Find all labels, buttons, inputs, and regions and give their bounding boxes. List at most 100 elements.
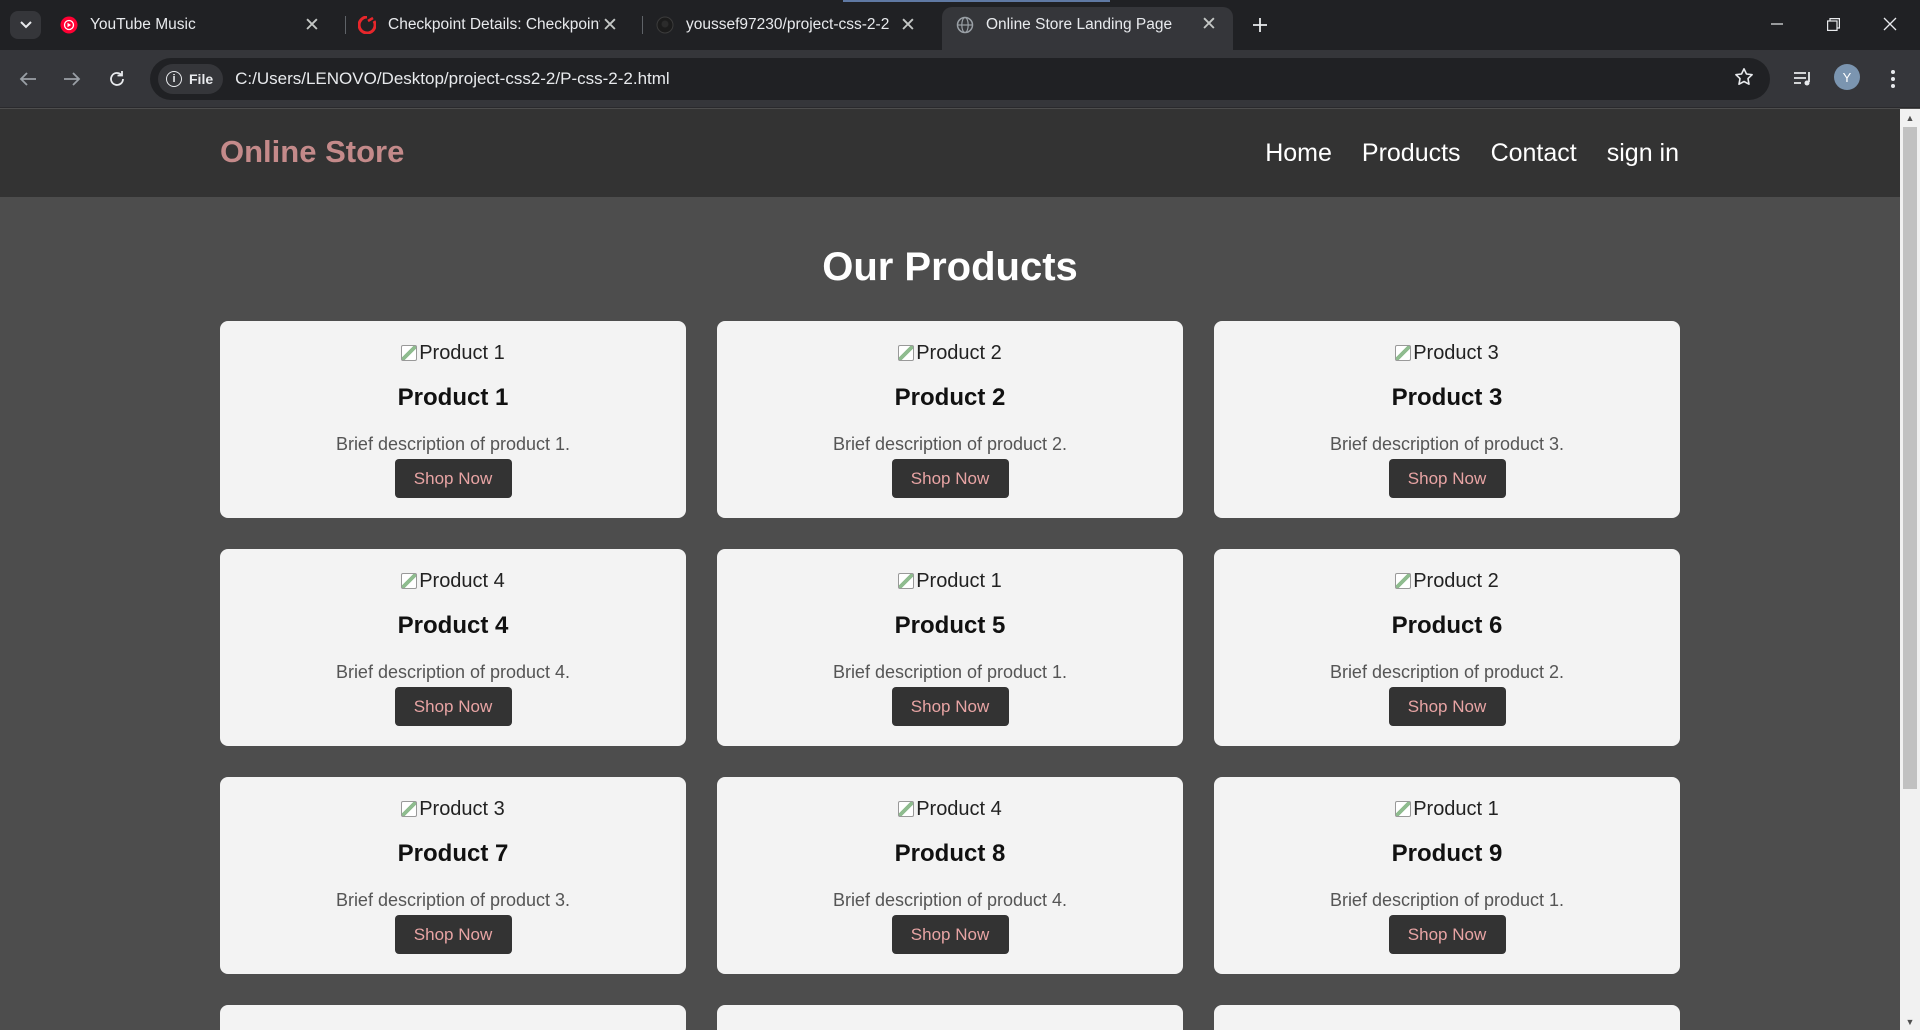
tab-title: YouTube Music <box>90 16 196 33</box>
close-icon <box>1883 17 1897 31</box>
product-card <box>717 1005 1183 1030</box>
site-logo[interactable]: Online Store <box>220 134 404 170</box>
close-icon[interactable]: ✕ <box>600 15 620 36</box>
minimize-button[interactable] <box>1754 8 1800 40</box>
product-image: Product 1 <box>1395 797 1499 821</box>
shop-now-button[interactable]: Shop Now <box>1388 459 1506 498</box>
chevron-down-icon <box>19 21 32 29</box>
product-description: Brief description of product 2. <box>832 434 1068 454</box>
shop-now-button[interactable]: Shop Now <box>394 687 512 726</box>
product-card: Product 3 Product 3 Brief description of… <box>1214 321 1680 518</box>
product-description: Brief description of product 1. <box>1329 890 1565 910</box>
broken-image-icon <box>898 345 915 361</box>
broken-image-icon <box>1395 573 1412 589</box>
reload-icon <box>110 71 124 86</box>
forward-button[interactable] <box>57 64 87 94</box>
minimize-icon <box>1771 23 1783 25</box>
profile-button[interactable]: Y <box>1834 64 1860 90</box>
product-grid: Product 1 Product 1 Brief description of… <box>220 321 1680 1030</box>
tab-online-store[interactable]: Online Store Landing Page ✕ <box>942 7 1233 50</box>
back-button[interactable] <box>13 64 43 94</box>
nav-link-sign-in[interactable]: sign in <box>1607 139 1679 168</box>
tab-title: youssef97230/project-css-2-2 <box>686 16 890 33</box>
new-tab-button[interactable] <box>1246 11 1274 39</box>
product-description: Brief description of product 1. <box>335 434 571 454</box>
shop-now-button[interactable]: Shop Now <box>394 915 512 954</box>
broken-image-icon <box>401 801 418 817</box>
broken-image-icon <box>401 573 418 589</box>
product-card: Product 2 Product 6 Brief description of… <box>1214 549 1680 746</box>
section-title: Our Products <box>822 245 1078 289</box>
product-name: Product 2 <box>894 384 1006 411</box>
product-image: Product 2 <box>898 341 1002 365</box>
avatar: Y <box>1834 64 1860 90</box>
tab-search-button[interactable] <box>10 11 41 39</box>
tab-github[interactable]: youssef97230/project-css-2-2 ✕ <box>642 7 932 43</box>
scroll-down-arrow-icon[interactable]: ▼ <box>1900 1013 1920 1030</box>
site-info-chip[interactable]: i File <box>158 64 224 94</box>
product-description: Brief description of product 1. <box>832 662 1068 682</box>
product-image: Product 2 <box>1395 569 1499 593</box>
image-alt-text: Product 1 <box>419 341 505 364</box>
image-alt-text: Product 3 <box>419 797 505 820</box>
product-image: Product 3 <box>1395 341 1499 365</box>
product-card: Product 4 Product 8 Brief description of… <box>717 777 1183 974</box>
shop-now-button[interactable]: Shop Now <box>891 459 1009 498</box>
tab-checkpoint[interactable]: Checkpoint Details: Checkpoint ✕ <box>344 7 634 43</box>
product-name: Product 5 <box>894 612 1006 639</box>
scrollbar-thumb[interactable] <box>1903 127 1917 789</box>
tab-youtube-music[interactable]: YouTube Music ✕ <box>46 7 336 43</box>
close-icon[interactable]: ✕ <box>1199 14 1219 35</box>
nav-link-home[interactable]: Home <box>1265 139 1332 168</box>
product-card: Product 1 Product 9 Brief description of… <box>1214 777 1680 974</box>
site-header: Online Store Home Products Contact sign … <box>0 109 1900 197</box>
github-icon <box>656 16 674 34</box>
close-icon[interactable]: ✕ <box>302 15 322 36</box>
bookmark-star-icon[interactable] <box>1734 67 1754 93</box>
product-card <box>220 1005 686 1030</box>
shop-now-button[interactable]: Shop Now <box>394 459 512 498</box>
plus-icon <box>1253 18 1267 32</box>
checkpoint-icon <box>358 16 376 34</box>
product-description: Brief description of product 3. <box>335 890 571 910</box>
scheme-label: File <box>189 71 214 87</box>
address-bar[interactable]: i File C:/Users/LENOVO/Desktop/project-c… <box>150 58 1770 100</box>
product-name: Product 4 <box>397 612 509 639</box>
reload-button[interactable] <box>102 64 132 94</box>
image-alt-text: Product 2 <box>916 341 1002 364</box>
product-name: Product 3 <box>1391 384 1503 411</box>
image-alt-text: Product 1 <box>916 569 1002 592</box>
page-viewport: Online Store Home Products Contact sign … <box>0 109 1900 1030</box>
product-description: Brief description of product 4. <box>832 890 1068 910</box>
page-scrollbar[interactable]: ▲ ▼ <box>1900 109 1920 1030</box>
shop-now-button[interactable]: Shop Now <box>891 687 1009 726</box>
product-card: Product 2 Product 2 Brief description of… <box>717 321 1183 518</box>
globe-icon <box>956 16 974 33</box>
browser-menu-button[interactable] <box>1880 64 1906 94</box>
url-text[interactable]: C:/Users/LENOVO/Desktop/project-css2-2/P… <box>235 69 670 89</box>
nav-link-contact[interactable]: Contact <box>1491 139 1577 168</box>
media-controls-button[interactable] <box>1788 64 1818 94</box>
youtube-music-icon <box>60 16 78 34</box>
image-alt-text: Product 1 <box>1413 797 1499 820</box>
shop-now-button[interactable]: Shop Now <box>891 915 1009 954</box>
product-name: Product 9 <box>1391 840 1503 867</box>
product-name: Product 6 <box>1391 612 1503 639</box>
product-image: Product 3 <box>401 797 505 821</box>
broken-image-icon <box>1395 345 1412 361</box>
nav-link-products[interactable]: Products <box>1362 139 1461 168</box>
window-close-button[interactable] <box>1867 8 1913 40</box>
shop-now-button[interactable]: Shop Now <box>1388 687 1506 726</box>
product-image: Product 1 <box>401 341 505 365</box>
tab-title: Online Store Landing Page <box>986 15 1173 33</box>
product-description: Brief description of product 4. <box>335 662 571 682</box>
image-alt-text: Product 3 <box>1413 341 1499 364</box>
shop-now-button[interactable]: Shop Now <box>1388 915 1506 954</box>
restore-button[interactable] <box>1810 8 1856 40</box>
scroll-up-arrow-icon[interactable]: ▲ <box>1900 109 1920 126</box>
product-description: Brief description of product 3. <box>1329 434 1565 454</box>
tab-strip: YouTube Music ✕ Checkpoint Details: Chec… <box>0 0 1920 50</box>
close-icon[interactable]: ✕ <box>898 15 918 36</box>
product-card: Product 1 Product 5 Brief description of… <box>717 549 1183 746</box>
product-name: Product 7 <box>397 840 509 867</box>
